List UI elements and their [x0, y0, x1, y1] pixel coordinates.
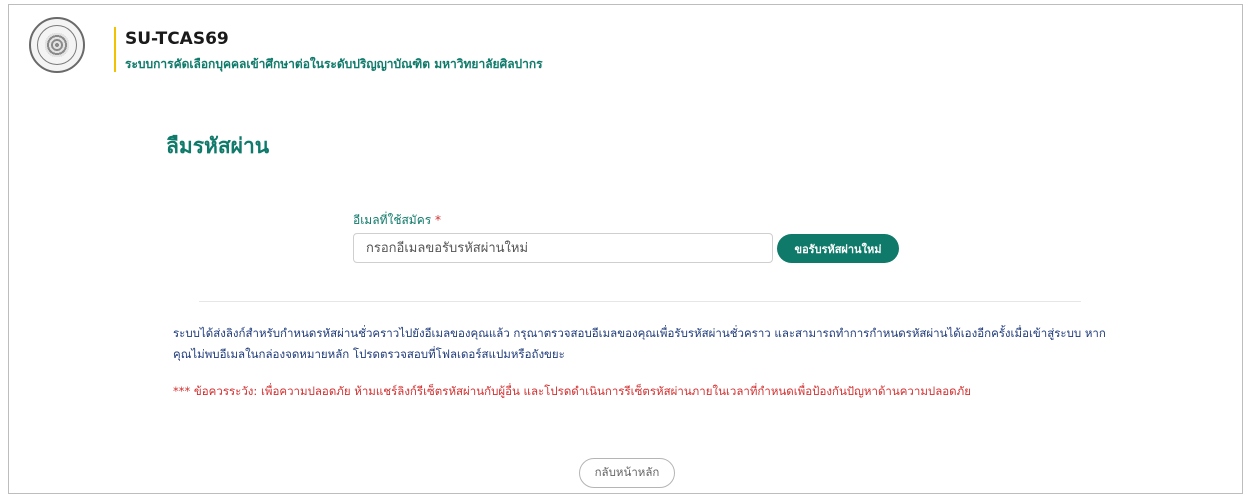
- info-message: ระบบได้ส่งลิงก์สำหรับกำหนดรหัสผ่านชั่วคร…: [173, 326, 1106, 361]
- email-label-text: อีเมลที่ใช้สมัคร: [353, 213, 432, 227]
- back-to-home-button[interactable]: กลับหน้าหลัก: [579, 458, 675, 488]
- header-accent-bar: [114, 27, 116, 72]
- app-title: SU-TCAS69: [125, 29, 229, 49]
- warning-message: *** ข้อควรระวัง: เพื่อความปลอดภัย ห้ามแช…: [173, 384, 971, 398]
- required-mark: *: [435, 213, 442, 227]
- email-label: อีเมลที่ใช้สมัคร *: [353, 211, 441, 230]
- seal-emblem: [45, 33, 69, 57]
- app-subtitle: ระบบการคัดเลือกบุคคลเข้าศึกษาต่อในระดับป…: [125, 57, 543, 71]
- university-seal-icon: [29, 17, 85, 73]
- page-frame: SU-TCAS69 ระบบการคัดเลือกบุคคลเข้าศึกษาต…: [8, 4, 1243, 494]
- page-title: ลืมรหัสผ่าน: [166, 134, 270, 158]
- section-divider: [199, 301, 1081, 302]
- email-input[interactable]: [353, 233, 773, 263]
- request-new-password-button[interactable]: ขอรับรหัสผ่านใหม่: [777, 234, 899, 263]
